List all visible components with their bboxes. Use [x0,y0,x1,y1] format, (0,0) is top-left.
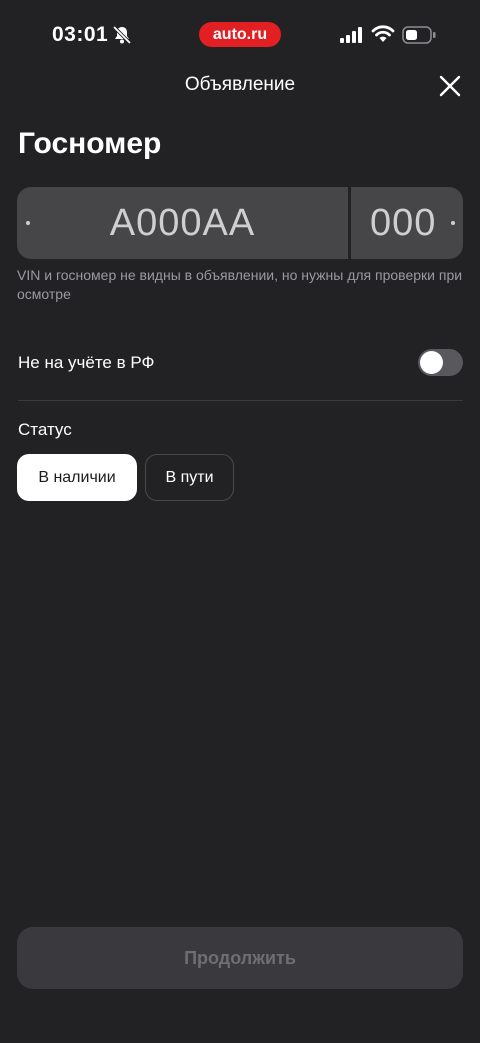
header-title: Объявление [184,74,296,95]
bell-off-icon [112,25,132,45]
wifi-icon [371,25,395,42]
app-badge[interactable]: auto.ru [199,22,281,47]
status-time: 03:01 [52,23,109,46]
signal-icon [340,27,362,43]
license-plate-input: А000АА 000 [17,187,463,259]
not-registered-toggle[interactable] [418,349,463,376]
toggle-knob [420,351,443,374]
plate-hint: VIN и госномер не видны в объявлении, но… [17,267,463,302]
plate-number-placeholder: А000АА [109,202,256,244]
page-title: Госномер [18,127,162,160]
plate-bolt-right [451,221,455,225]
not-registered-label: Не на учёте в РФ [18,353,155,372]
plate-number-field[interactable]: А000АА [17,187,348,259]
continue-button[interactable]: Продолжить [17,927,463,989]
status-option-in-stock[interactable]: В наличии [17,454,137,501]
status-label: Статус [18,420,72,439]
plate-region-placeholder: 000 [370,202,437,244]
plate-bolt-left [26,221,30,225]
status-bar: 03:01 auto.ru [0,0,480,70]
battery-icon [402,26,436,44]
screen: 03:01 auto.ru Объявление Госномер А000АА… [0,0,480,1043]
close-icon[interactable] [436,72,464,100]
divider [18,400,463,401]
status-option-in-transit[interactable]: В пути [145,454,234,501]
plate-region-field[interactable]: 000 [351,187,463,259]
